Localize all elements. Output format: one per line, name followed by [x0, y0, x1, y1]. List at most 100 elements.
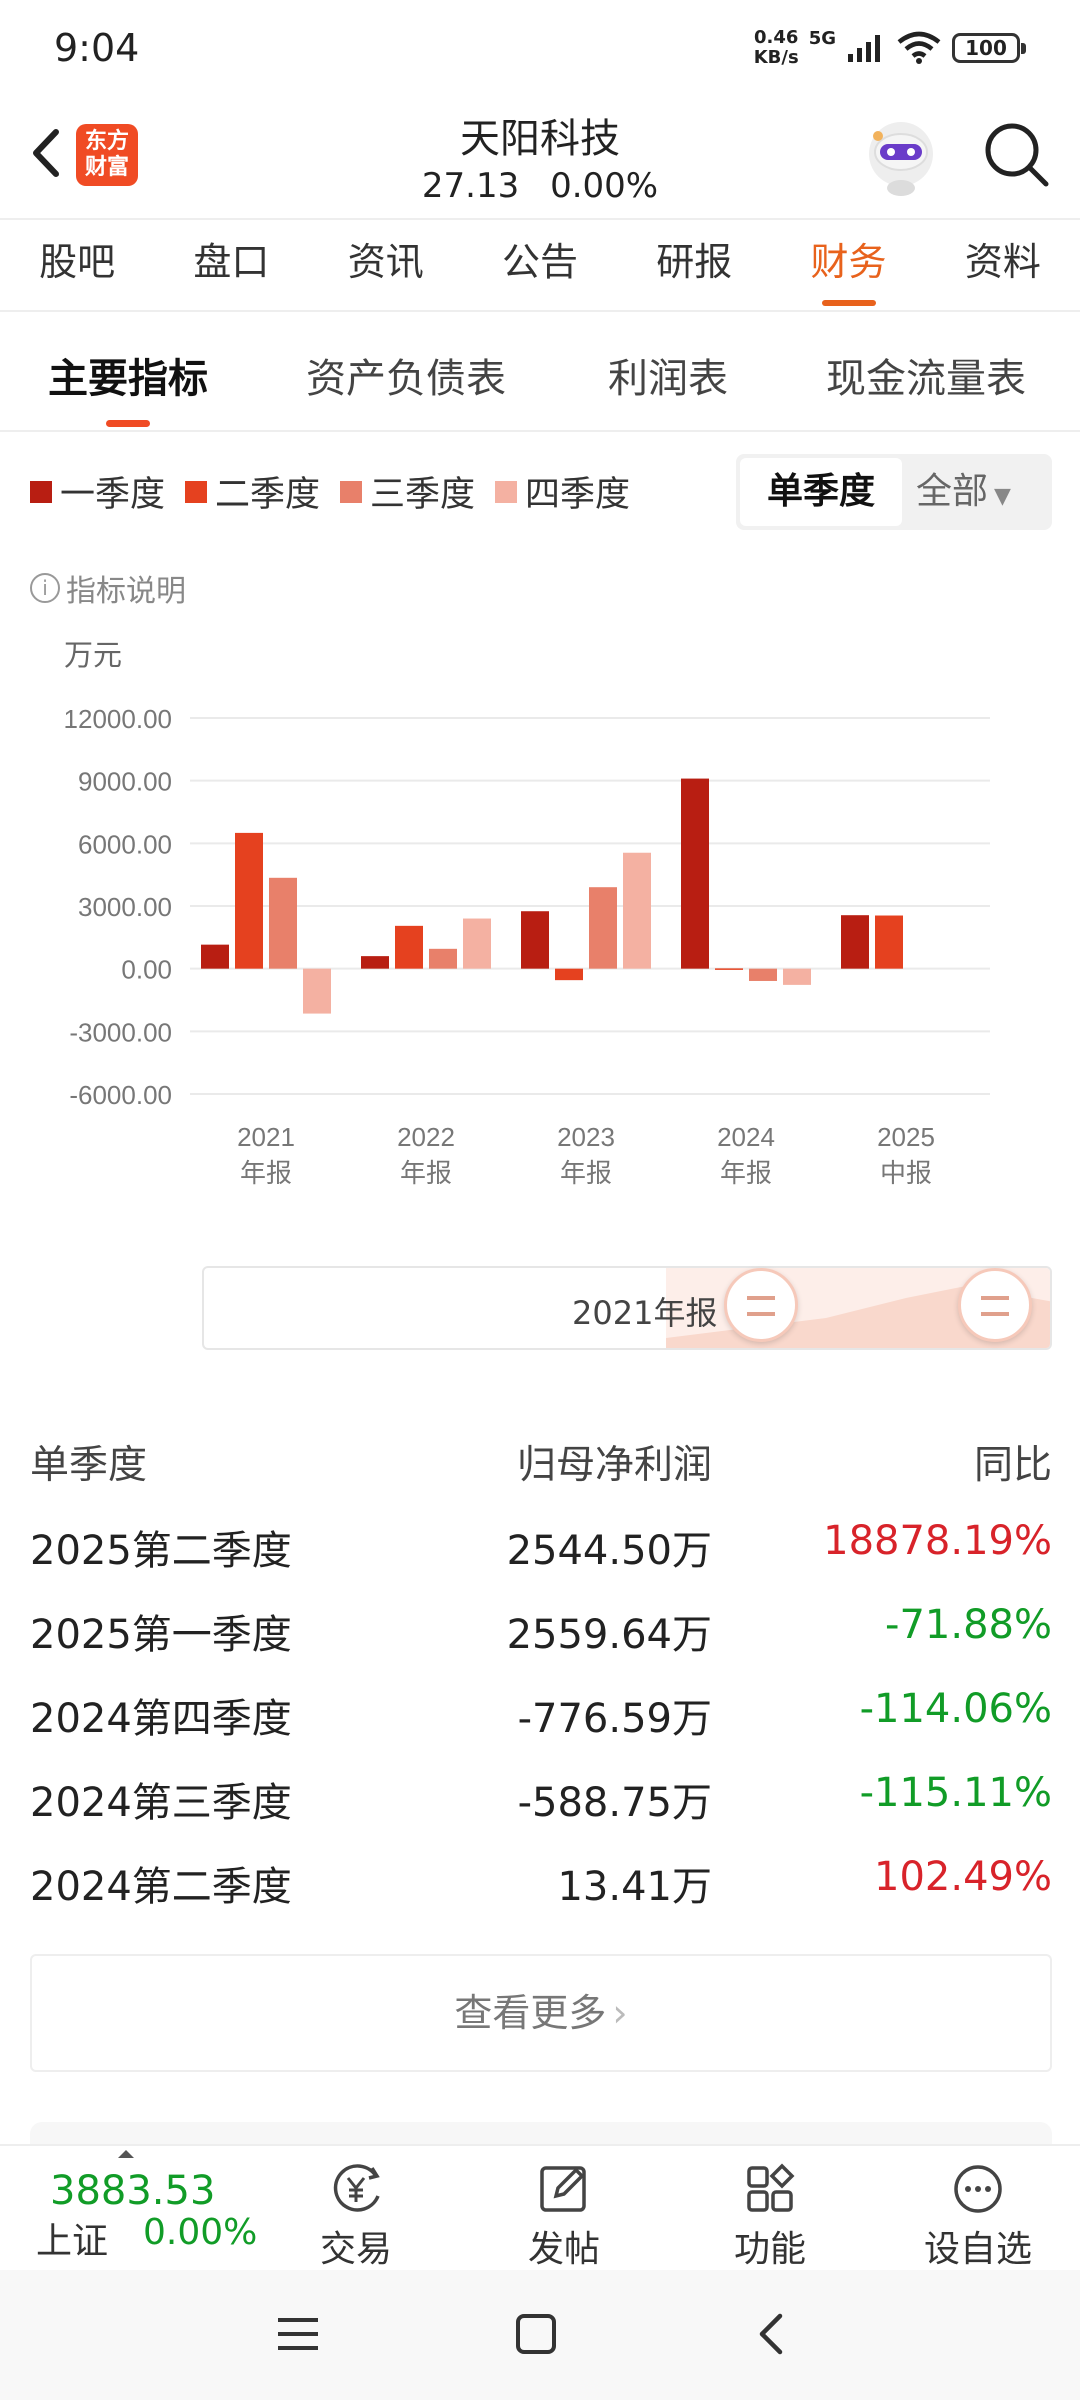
indicator-explanation[interactable]: i 指标说明	[30, 566, 186, 610]
row-yoy: 18878.19%	[823, 1518, 1052, 1564]
tab-guba[interactable]: 股吧	[0, 220, 154, 310]
trade-button[interactable]: 交易	[286, 2152, 426, 2270]
index-value[interactable]: 3883.53	[50, 2168, 215, 2214]
tab-pankou[interactable]: 盘口	[154, 220, 308, 310]
bar-一季度	[681, 778, 709, 969]
bar-二季度	[555, 968, 583, 981]
toggle-all-dropdown[interactable]: 全部 ▼	[916, 454, 1046, 530]
y-tick-label: -3000.00	[69, 1017, 172, 1047]
range-label: 2021年报	[572, 1294, 718, 1332]
tab-research[interactable]: 研报	[617, 220, 771, 310]
system-navigation-bar	[0, 2270, 1080, 2400]
row-net-profit: 2559.64万	[506, 1612, 712, 1658]
menu-icon[interactable]	[276, 2314, 320, 2354]
row-yoy: 102.49%	[874, 1854, 1052, 1900]
row-period: 2024第二季度	[30, 1864, 292, 1910]
toggle-single-quarter[interactable]: 单季度	[740, 458, 902, 526]
bottom-bar: 3883.53 上证 0.00% 交易 发帖 功能 设自选	[0, 2144, 1080, 2270]
header-net-profit: 归母净利润	[516, 1443, 712, 1488]
info-icon: i	[30, 573, 60, 603]
range-handle-right[interactable]	[958, 1268, 1032, 1342]
table-row[interactable]: 2025第二季度 2544.50万 18878.19%	[30, 1504, 1052, 1588]
view-more-button[interactable]: 查看更多 ›	[30, 1954, 1052, 2072]
legend-swatch-q2	[185, 480, 208, 503]
row-period: 2025第二季度	[30, 1528, 292, 1574]
net-speed: 0.46 KB/s	[754, 28, 799, 68]
legend-label-q4: 四季度	[525, 475, 631, 515]
back-icon[interactable]	[752, 2310, 788, 2358]
view-more-label: 查看更多	[454, 1991, 607, 2035]
row-period: 2024第四季度	[30, 1696, 292, 1742]
legend-item-q3[interactable]: 三季度	[340, 466, 475, 517]
legend-swatch-q3	[340, 480, 363, 503]
tab-profile[interactable]: 资料	[926, 220, 1080, 310]
index-change: 0.00%	[143, 2212, 258, 2253]
row-net-profit: 2544.50万	[506, 1528, 712, 1574]
subtab-balance-sheet[interactable]: 资产负债表	[306, 346, 506, 404]
header: 东方 财富 天阳科技 27.13 0.00%	[0, 100, 1080, 218]
x-tick-label: 2021	[237, 1122, 295, 1152]
table-row[interactable]: 2024第二季度 13.41万 102.49%	[30, 1840, 1052, 1924]
more-circle-icon	[954, 2165, 1002, 2213]
row-net-profit: 13.41万	[557, 1864, 712, 1910]
tab-announcements[interactable]: 公告	[463, 220, 617, 310]
post-button[interactable]: 发帖	[494, 2152, 634, 2270]
y-tick-label: 3000.00	[78, 892, 172, 922]
net-speed-value: 0.46	[753, 27, 799, 48]
bar-三季度	[269, 877, 297, 969]
bar-一季度	[361, 956, 389, 969]
legend-label-q1: 一季度	[60, 475, 166, 515]
table-row[interactable]: 2024第四季度 -776.59万 -114.06%	[30, 1672, 1052, 1756]
y-tick-label: -6000.00	[69, 1080, 172, 1110]
post-label: 发帖	[527, 2229, 600, 2270]
x-tick-sublabel: 中报	[880, 1158, 932, 1188]
bar-二季度	[395, 925, 423, 969]
subtab-key-indicators[interactable]: 主要指标	[48, 346, 208, 404]
legend-swatch-q1	[30, 480, 52, 503]
legend-label-q3: 三季度	[370, 475, 476, 515]
legend-item-q2[interactable]: 二季度	[185, 466, 320, 517]
legend-swatch-q4	[495, 480, 518, 503]
subtab-cash-flow[interactable]: 现金流量表	[826, 346, 1026, 404]
chart-unit-label: 万元	[64, 638, 123, 672]
assistant-robot-icon[interactable]	[858, 114, 944, 200]
add-watchlist-button[interactable]: 设自选	[908, 2152, 1048, 2270]
row-net-profit: -588.75万	[517, 1780, 712, 1826]
expand-caret-icon[interactable]	[118, 2150, 134, 2158]
table-header: 单季度 归母净利润 同比	[30, 1420, 1052, 1504]
range-handle-left[interactable]	[724, 1268, 798, 1342]
x-tick-sublabel: 年报	[240, 1158, 292, 1188]
search-icon[interactable]	[980, 118, 1052, 190]
net-speed-unit: KB/s	[753, 47, 799, 68]
table-row[interactable]: 2024第三季度 -588.75万 -115.11%	[30, 1756, 1052, 1840]
x-tick-sublabel: 年报	[720, 1158, 772, 1188]
tab-news[interactable]: 资讯	[309, 220, 463, 310]
legend-item-q1[interactable]: 一季度	[30, 466, 165, 517]
home-icon[interactable]	[514, 2312, 558, 2356]
main-tabs: 股吧 盘口 资讯 公告 研报 财务 资料	[0, 218, 1080, 312]
wifi-icon	[897, 31, 941, 64]
legend-item-q4[interactable]: 四季度	[495, 466, 630, 517]
subtab-income-statement[interactable]: 利润表	[608, 346, 728, 404]
bar-一季度	[201, 944, 229, 969]
range-slider[interactable]: 2021年报	[202, 1266, 1052, 1350]
tab-finance[interactable]: 财务	[771, 220, 925, 310]
header-period: 单季度	[30, 1443, 148, 1488]
indicator-explanation-label: 指标说明	[66, 574, 186, 609]
bar-三季度	[749, 968, 777, 981]
legend-label-q2: 二季度	[215, 475, 321, 515]
bar-一季度	[521, 911, 549, 969]
row-period: 2025第一季度	[30, 1612, 292, 1658]
x-tick-label: 2023	[557, 1122, 615, 1152]
bar-二季度	[235, 832, 263, 969]
x-tick-label: 2022	[397, 1122, 455, 1152]
table-row[interactable]: 2025第一季度 2559.64万 -71.88%	[30, 1588, 1052, 1672]
chevron-right-icon: ›	[612, 1991, 628, 2035]
battery-icon: 100	[952, 33, 1026, 63]
bar-四季度	[463, 918, 491, 969]
function-button[interactable]: 功能	[700, 2152, 840, 2270]
y-tick-label: 6000.00	[78, 829, 172, 859]
quarterly-profit-chart: 12000.00 9000.00 6000.00 3000.00 0.00 -3000.0…	[64, 704, 990, 1188]
bar-二季度	[715, 968, 743, 970]
x-tick-sublabel: 年报	[560, 1158, 612, 1188]
